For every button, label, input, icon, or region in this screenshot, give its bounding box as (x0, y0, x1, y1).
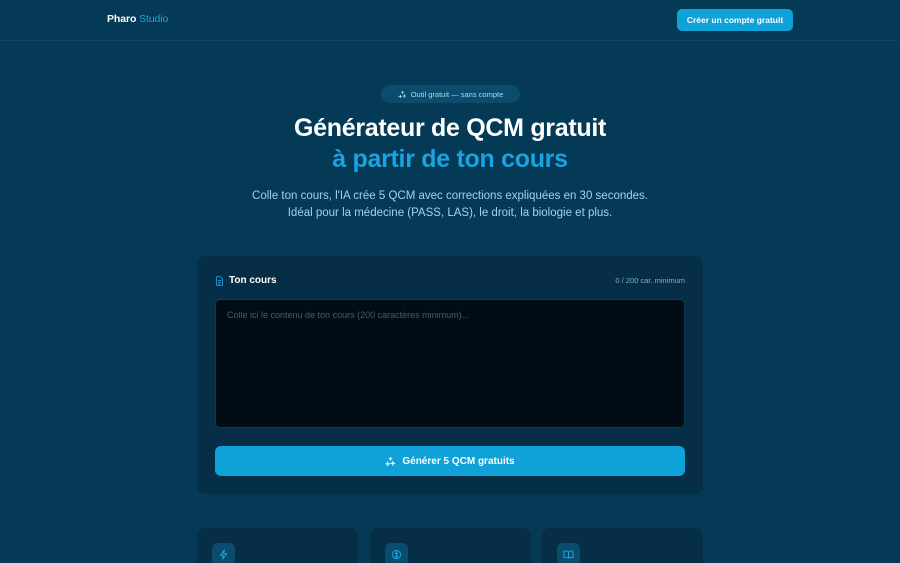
subtitle-line-1: Colle ton cours, l'IA crée 5 QCM avec co… (252, 190, 648, 202)
top-nav: Pharo Studio Créer un compte gratuit (0, 0, 900, 41)
book-icon (563, 550, 574, 559)
feature-card-subjects (542, 528, 703, 563)
brand-name-primary: Pharo (107, 13, 137, 25)
lightning-icon (219, 549, 228, 560)
create-account-button[interactable]: Créer un compte gratuit (677, 9, 793, 31)
sparkles-icon (398, 90, 407, 98)
brand-logo[interactable]: Pharo Studio (107, 13, 168, 25)
sparkles-icon (385, 456, 396, 466)
generate-qcm-button[interactable]: Générer 5 QCM gratuits (215, 446, 685, 476)
feature-card-ai (370, 528, 531, 563)
course-content-input[interactable] (215, 299, 685, 428)
feature-icon-box (212, 543, 235, 563)
document-icon (216, 275, 223, 286)
course-label: Ton cours (215, 275, 277, 286)
feature-card-speed (197, 528, 358, 563)
free-tool-badge: Outil gratuit — sans compte (381, 85, 520, 103)
brand-name-secondary: Studio (139, 13, 169, 25)
generate-button-label: Générer 5 QCM gratuits (402, 455, 515, 467)
badge-label: Outil gratuit — sans compte (410, 89, 504, 99)
feature-icon-box (385, 543, 408, 563)
subtitle-line-2: Idéal pour la médecine (PASS, LAS), le d… (287, 207, 613, 219)
character-counter: 0 / 200 car. minimum (615, 276, 685, 285)
course-label-text: Ton cours (229, 275, 277, 286)
course-input-card: Ton cours 0 / 200 car. minimum Générer 5… (197, 256, 703, 494)
page-subtitle: Colle ton cours, l'IA crée 5 QCM avec co… (0, 188, 900, 222)
feature-icon-box (557, 543, 580, 563)
page-title: Générateur de QCM gratuit (294, 114, 606, 142)
brain-icon (391, 549, 402, 560)
page-title-highlight: à partir de ton cours (332, 145, 568, 173)
